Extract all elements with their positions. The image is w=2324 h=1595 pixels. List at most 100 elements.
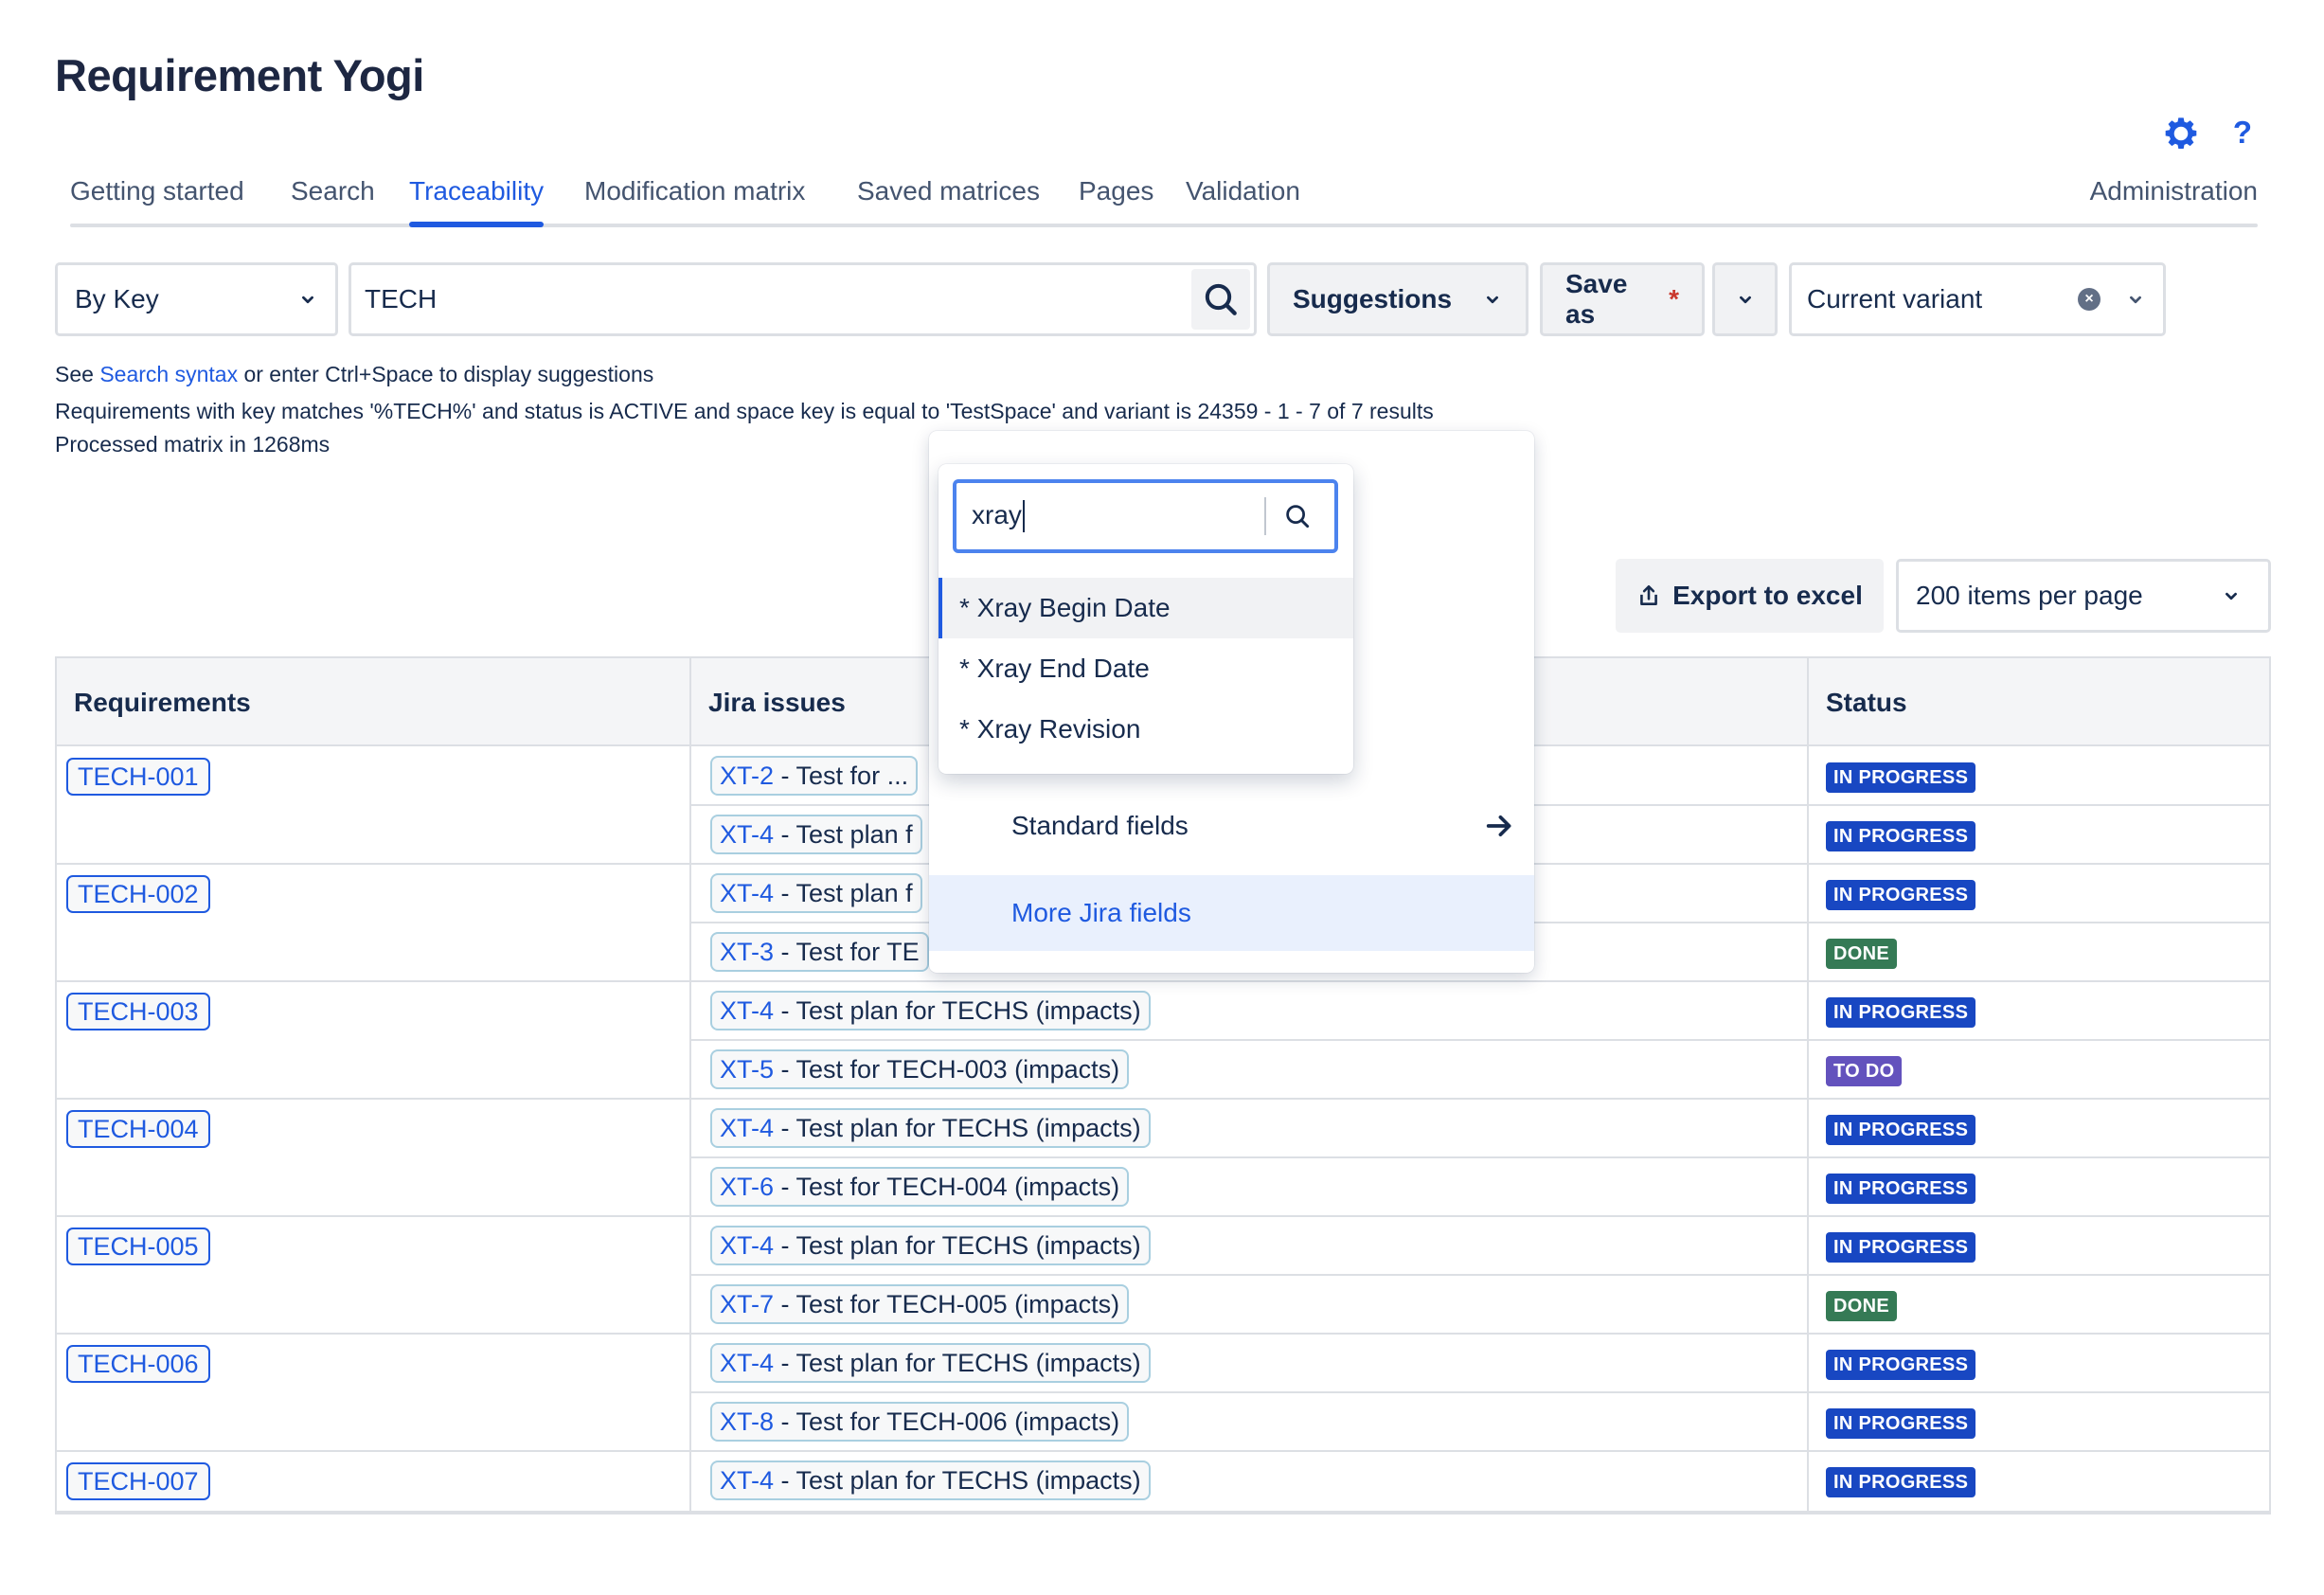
jira-issue-summary: - Test plan for TECHS (impacts) — [774, 1465, 1141, 1495]
table-row: TECH-005 XT-4 - Test plan for TECHS (impa… — [57, 1216, 2269, 1276]
search-hint: See Search syntax or enter Ctrl+Space to… — [55, 362, 653, 387]
jira-issue-summary: - Test plan f — [774, 878, 913, 907]
jira-issue-link[interactable]: XT-3 - Test for TE — [710, 932, 929, 972]
requirement-key-link[interactable]: TECH-006 — [66, 1345, 210, 1383]
column-header-status: Status — [1826, 687, 1907, 717]
jira-issue-link[interactable]: XT-7 - Test for TECH-005 (impacts) — [710, 1284, 1130, 1324]
save-as-button[interactable]: Save as * — [1540, 262, 1705, 336]
standard-fields-label: Standard fields — [1011, 811, 1189, 840]
tab-pages[interactable]: Pages — [1079, 176, 1153, 206]
jira-issue-link[interactable]: XT-4 - Test plan f — [710, 873, 922, 913]
tab-bar-divider — [70, 224, 2258, 227]
jira-issue-link[interactable]: XT-6 - Test for TECH-004 (impacts) — [710, 1167, 1130, 1207]
hint-suffix: or enter Ctrl+Space to display suggestio… — [238, 362, 654, 386]
jira-issue-summary: - Test for TECH-004 (impacts) — [774, 1172, 1120, 1201]
jira-issue-key: XT-5 — [720, 1054, 775, 1084]
tab-modification-matrix[interactable]: Modification matrix — [584, 176, 805, 206]
jira-issue-summary: - Test plan for TECHS (impacts) — [774, 995, 1141, 1025]
requirement-key-link[interactable]: TECH-003 — [66, 993, 210, 1030]
query-input[interactable]: TECH — [349, 262, 1257, 336]
help-button[interactable]: ? — [2227, 114, 2258, 152]
jira-issue-summary: - Test for TE — [774, 937, 920, 966]
variant-select[interactable]: Current variant × — [1789, 262, 2166, 336]
search-mode-value: By Key — [75, 284, 159, 314]
jira-issue-link[interactable]: XT-8 - Test for TECH-006 (impacts) — [710, 1402, 1130, 1442]
chevron-down-icon — [2226, 592, 2237, 600]
jira-issue-link[interactable]: XT-4 - Test plan for TECHS (impacts) — [710, 991, 1151, 1030]
jira-issue-link[interactable]: XT-4 - Test plan for TECHS (impacts) — [710, 1461, 1151, 1500]
table-row: TECH-003 XT-4 - Test plan for TECHS (impa… — [57, 981, 2269, 1041]
tab-administration[interactable]: Administration — [2090, 176, 2258, 206]
search-separator — [1264, 497, 1266, 535]
page-title: Requirement Yogi — [55, 50, 424, 100]
status-badge: IN PROGRESS — [1826, 880, 1976, 910]
jira-issue-link[interactable]: XT-4 - Test plan f — [710, 815, 922, 854]
table-row: TECH-006 XT-4 - Test plan for TECHS (impa… — [57, 1334, 2269, 1393]
jira-issue-link[interactable]: XT-4 - Test plan for TECHS (impacts) — [710, 1226, 1151, 1265]
jira-issue-key: XT-4 — [720, 1230, 775, 1260]
export-icon — [1640, 584, 1658, 605]
items-per-page-select[interactable]: 200 items per page — [1896, 559, 2271, 633]
tab-search[interactable]: Search — [291, 176, 375, 206]
field-option[interactable]: * Xray Revision — [939, 699, 1353, 760]
search-syntax-link[interactable]: Search syntax — [99, 362, 238, 386]
unsaved-indicator: * — [1669, 284, 1679, 314]
status-badge: IN PROGRESS — [1826, 1115, 1976, 1145]
column-header-jira-issues: Jira issues — [708, 687, 846, 717]
jira-issue-key: XT-4 — [720, 878, 775, 907]
text-cursor — [1022, 500, 1025, 533]
jira-issue-link[interactable]: XT-5 - Test for TECH-003 (impacts) — [710, 1049, 1130, 1089]
requirement-key-link[interactable]: TECH-005 — [66, 1228, 210, 1265]
status-badge: IN PROGRESS — [1826, 1350, 1976, 1380]
export-excel-button[interactable]: Export to excel — [1616, 559, 1884, 633]
jira-issue-link[interactable]: XT-4 - Test plan for TECHS (impacts) — [710, 1108, 1151, 1148]
search-mode-select[interactable]: By Key — [55, 262, 338, 336]
tab-saved-matrices[interactable]: Saved matrices — [857, 176, 1040, 206]
save-options-button[interactable] — [1712, 262, 1778, 336]
jira-issue-key: XT-6 — [720, 1172, 775, 1201]
jira-issue-link[interactable]: XT-4 - Test plan for TECHS (impacts) — [710, 1343, 1151, 1383]
status-badge: DONE — [1826, 939, 1897, 969]
jira-issue-summary: - Test plan for TECHS (impacts) — [774, 1348, 1141, 1377]
requirement-key-link[interactable]: TECH-004 — [66, 1110, 210, 1148]
jira-issue-summary: - Test plan for TECHS (impacts) — [774, 1113, 1141, 1142]
search-icon — [1205, 283, 1237, 315]
requirement-key-link[interactable]: TECH-002 — [66, 875, 210, 913]
table-row: TECH-007 XT-4 - Test plan for TECHS (impa… — [57, 1451, 2269, 1510]
jira-issue-key: XT-3 — [720, 937, 775, 966]
field-option[interactable]: * Xray End Date — [939, 638, 1353, 699]
status-badge: IN PROGRESS — [1826, 762, 1976, 793]
tab-bar: Getting started Search Traceability Modi… — [70, 176, 2258, 227]
more-jira-fields-item[interactable]: More Jira fields — [929, 875, 1534, 951]
table-row: XT-6 - Test for TECH-004 (impacts) IN PRO… — [57, 1157, 2269, 1217]
search-button[interactable] — [1191, 269, 1250, 330]
status-badge: TO DO — [1826, 1056, 1903, 1086]
jira-issue-summary: - Test for ... — [774, 761, 909, 790]
jira-issue-summary: - Test for TECH-005 (impacts) — [774, 1289, 1120, 1318]
processing-time: Processed matrix in 1268ms — [55, 432, 331, 457]
tab-validation[interactable]: Validation — [1186, 176, 1300, 206]
clear-icon[interactable]: × — [2078, 288, 2101, 311]
jira-issue-link[interactable]: XT-2 - Test for ... — [710, 756, 919, 796]
jira-issue-summary: - Test for TECH-003 (impacts) — [774, 1054, 1120, 1084]
requirement-key-link[interactable]: TECH-001 — [66, 758, 210, 796]
standard-fields-item[interactable]: Standard fields — [929, 796, 1534, 856]
field-search-input[interactable]: xray — [953, 479, 1338, 553]
jira-issue-summary: - Test plan f — [774, 819, 913, 849]
jira-issue-summary: - Test plan for TECHS (impacts) — [774, 1230, 1141, 1260]
tab-traceability[interactable]: Traceability — [409, 176, 545, 227]
field-option[interactable]: * Xray Begin Date — [939, 578, 1353, 638]
jira-issue-key: XT-2 — [720, 761, 775, 790]
jira-issue-key: XT-4 — [720, 1465, 775, 1495]
search-icon[interactable] — [1283, 502, 1312, 530]
variant-value: Current variant — [1807, 284, 1983, 314]
jira-issue-key: XT-4 — [720, 1113, 775, 1142]
column-header-requirements: Requirements — [74, 687, 251, 717]
save-as-label: Save as — [1565, 269, 1628, 329]
settings-button[interactable] — [2163, 116, 2199, 152]
tab-getting-started[interactable]: Getting started — [70, 176, 244, 206]
status-badge: IN PROGRESS — [1826, 1174, 1976, 1204]
suggestions-button[interactable]: Suggestions — [1267, 262, 1528, 336]
status-badge: IN PROGRESS — [1826, 1467, 1976, 1497]
requirement-key-link[interactable]: TECH-007 — [66, 1462, 210, 1500]
